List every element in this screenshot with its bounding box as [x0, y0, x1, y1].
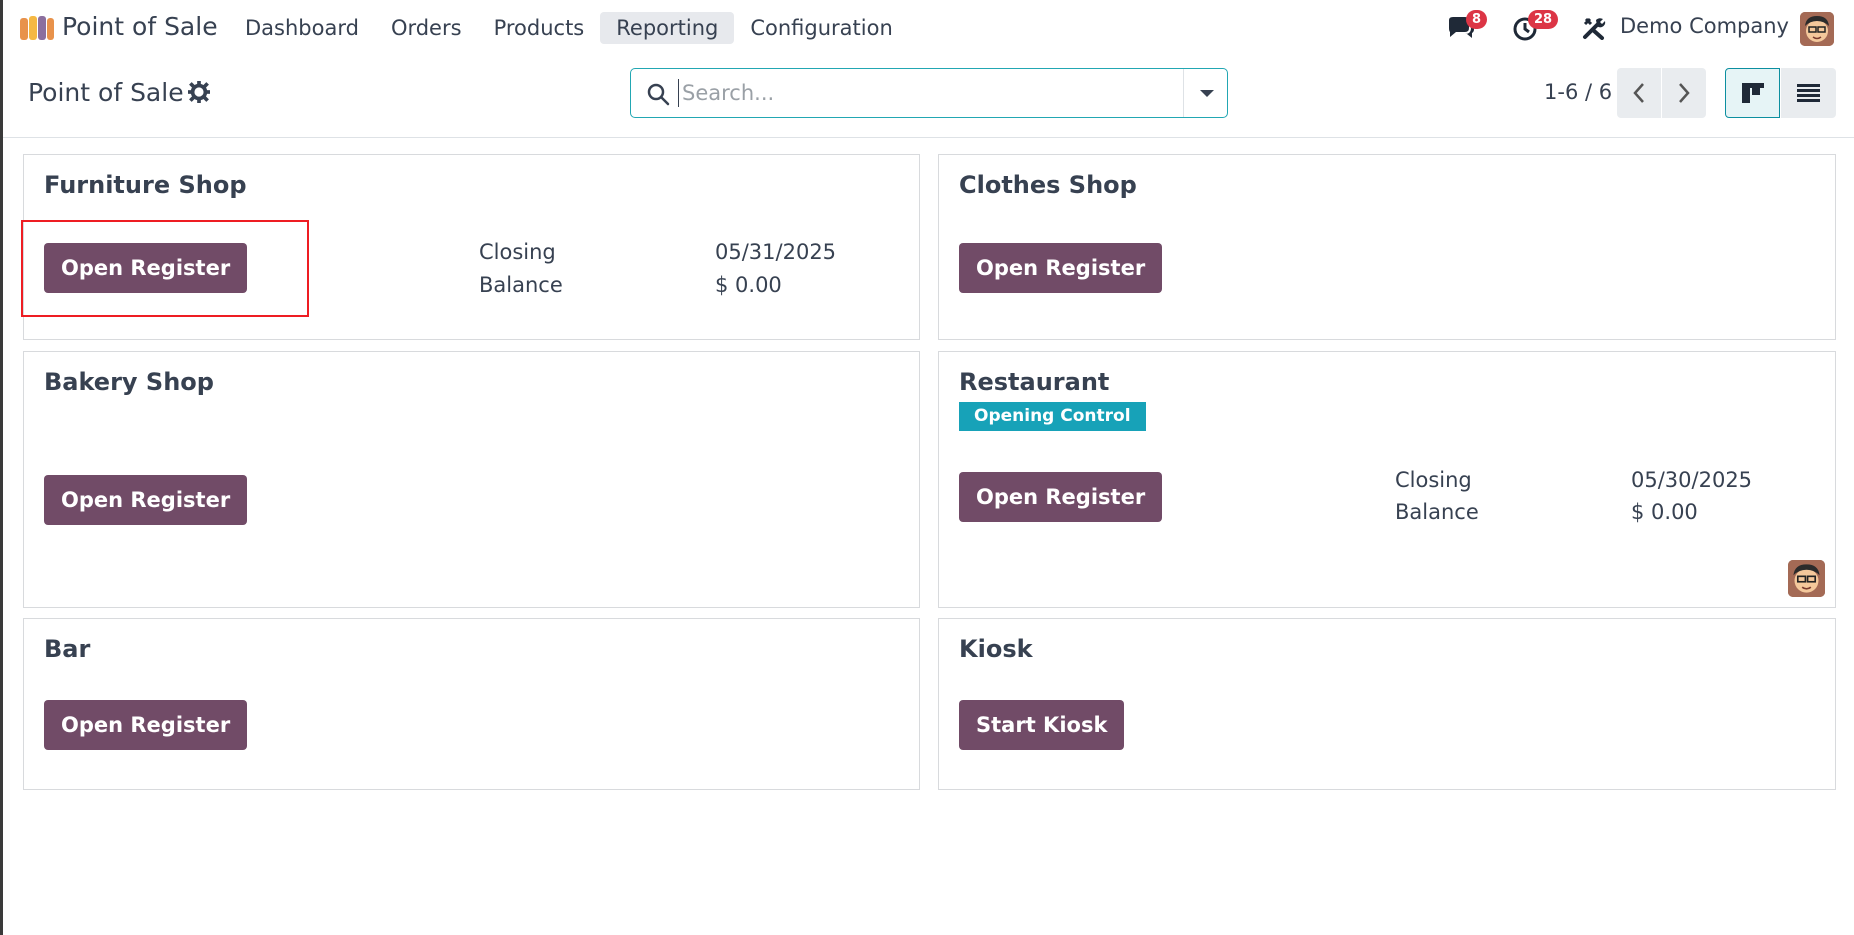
start-kiosk-button[interactable]: Start Kiosk: [959, 700, 1125, 750]
balance-value: $ 0.00: [1631, 500, 1698, 524]
balance-label: Balance: [1395, 500, 1479, 524]
balance-label: Balance: [479, 273, 563, 297]
gear-icon[interactable]: [188, 81, 210, 103]
card-title[interactable]: Restaurant: [959, 368, 1109, 396]
user-avatar[interactable]: [1800, 12, 1834, 46]
pager-next-button[interactable]: [1662, 68, 1706, 118]
pager-previous-button[interactable]: [1617, 68, 1661, 118]
pos-card-bakery-shop: Bakery Shop Open Register: [23, 351, 920, 608]
user-avatar-icon: [1800, 12, 1834, 46]
pos-card-restaurant: Restaurant Opening Control Open Register…: [938, 351, 1836, 608]
kanban-view-button[interactable]: [1725, 68, 1780, 118]
menu-reporting[interactable]: Reporting: [600, 12, 735, 44]
tools-icon[interactable]: [1582, 16, 1606, 40]
closing-label: Closing: [479, 240, 556, 264]
pos-card-bar: Bar Open Register: [23, 618, 920, 790]
pos-app-icon[interactable]: [20, 16, 54, 40]
kanban-view-icon: [1742, 83, 1764, 103]
open-register-button[interactable]: Open Register: [959, 472, 1163, 522]
menu-products[interactable]: Products: [478, 12, 601, 44]
closing-date: 05/31/2025: [715, 240, 837, 264]
menu-configuration[interactable]: Configuration: [734, 12, 908, 44]
card-title[interactable]: Kiosk: [959, 635, 1033, 663]
top-navbar: Point of Sale Dashboard Orders Products …: [3, 0, 1854, 56]
messages-badge: 8: [1466, 10, 1488, 29]
chevron-left-icon: [1633, 83, 1644, 103]
status-badge: Opening Control: [959, 402, 1146, 431]
search-input[interactable]: [678, 79, 1198, 107]
page-title: Point of Sale: [28, 78, 184, 107]
pos-card-clothes-shop: Clothes Shop Open Register: [938, 154, 1836, 340]
open-register-button[interactable]: Open Register: [959, 243, 1163, 293]
list-view-button[interactable]: [1781, 68, 1836, 118]
activities-badge: 28: [1528, 10, 1559, 29]
session-user-avatar[interactable]: [1788, 560, 1825, 597]
search-icon: [647, 83, 670, 106]
search-options-toggle[interactable]: [1183, 69, 1227, 117]
control-panel: Point of Sale 1-6 / 6: [3, 56, 1854, 138]
main-menu: Dashboard Orders Products Reporting Conf…: [229, 12, 909, 46]
company-switcher[interactable]: Demo Company: [1620, 14, 1789, 38]
list-view-icon: [1797, 84, 1820, 102]
closing-label: Closing: [1395, 468, 1472, 492]
user-avatar-icon: [1788, 560, 1825, 597]
chevron-right-icon: [1679, 83, 1690, 103]
pager-value[interactable]: 1-6 / 6: [1544, 80, 1612, 104]
search-bar: [630, 68, 1228, 118]
highlight-box: [21, 220, 309, 317]
open-register-button[interactable]: Open Register: [44, 475, 248, 525]
card-title[interactable]: Bar: [44, 635, 90, 663]
menu-orders[interactable]: Orders: [375, 12, 478, 44]
menu-dashboard[interactable]: Dashboard: [229, 12, 375, 44]
balance-value: $ 0.00: [715, 273, 782, 297]
card-title[interactable]: Bakery Shop: [44, 368, 214, 396]
app-name[interactable]: Point of Sale: [62, 12, 218, 41]
open-register-button[interactable]: Open Register: [44, 700, 248, 750]
pos-card-kiosk: Kiosk Start Kiosk: [938, 618, 1836, 790]
card-title[interactable]: Clothes Shop: [959, 171, 1137, 199]
card-title[interactable]: Furniture Shop: [44, 171, 247, 199]
closing-date: 05/30/2025: [1631, 468, 1753, 492]
